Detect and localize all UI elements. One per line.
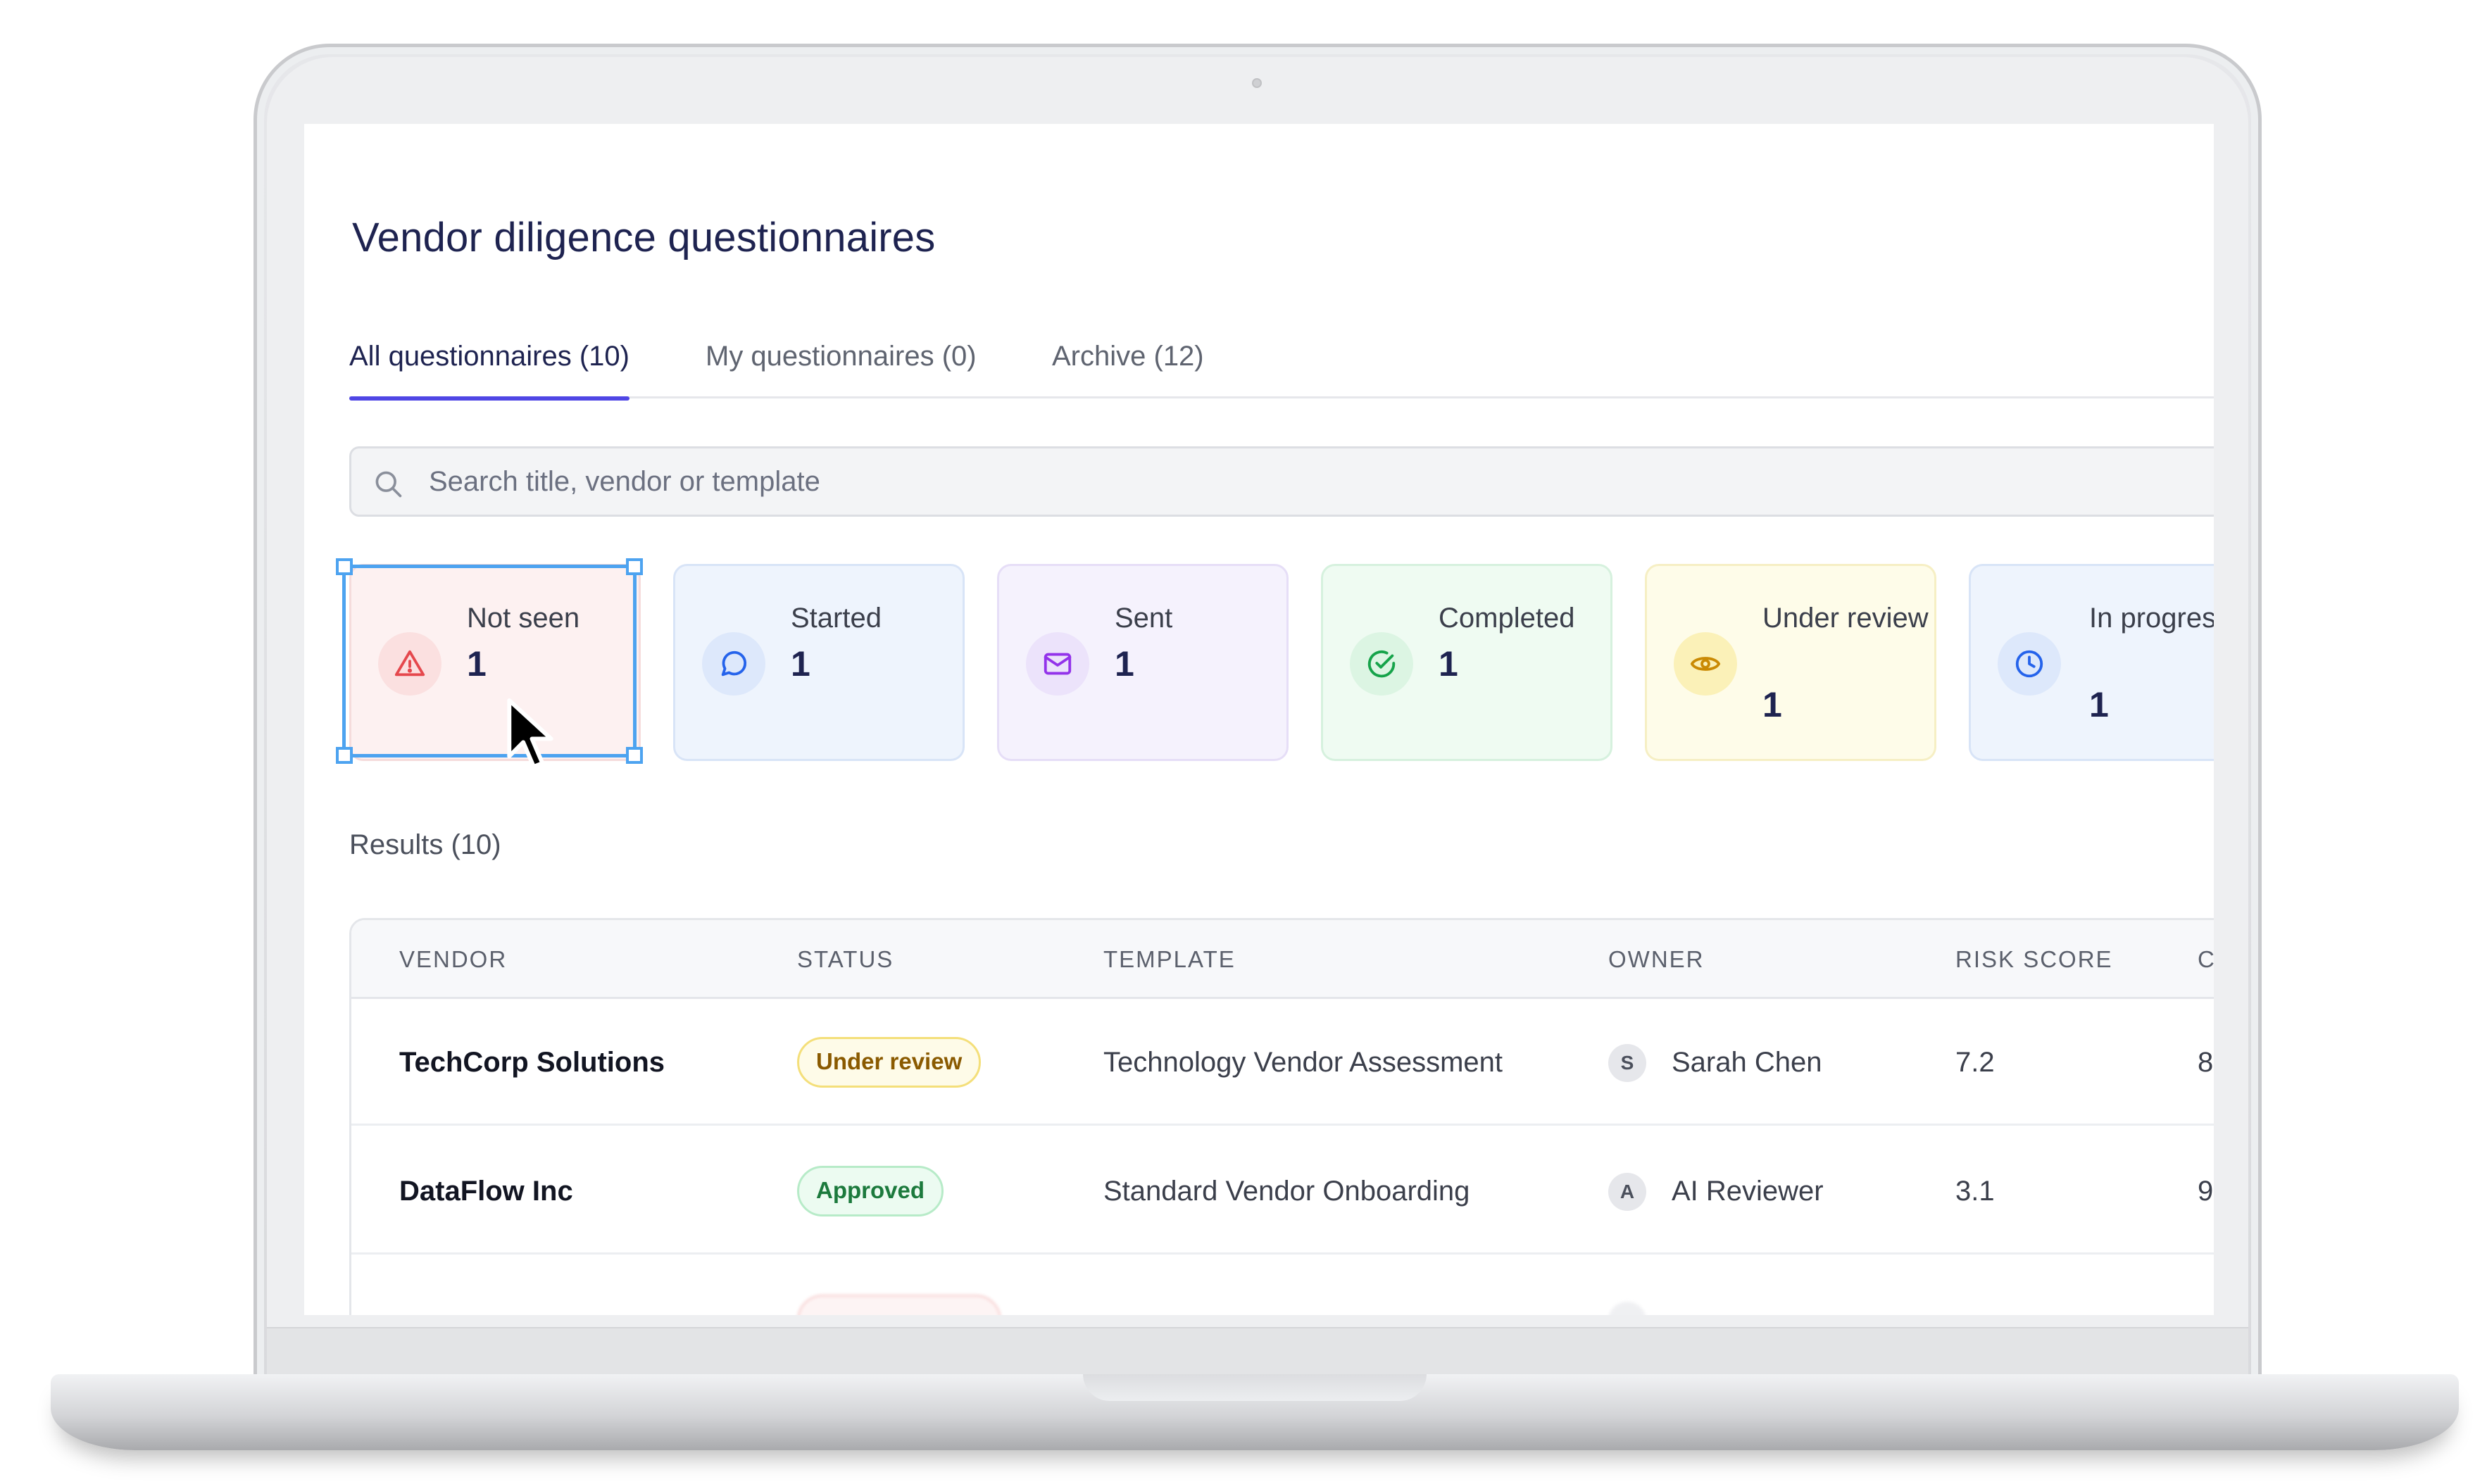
status-card-started[interactable]: Started 1: [673, 564, 965, 761]
status-badge: Approved: [797, 1166, 944, 1216]
status-badge: [378, 632, 441, 696]
status-badge: [702, 632, 765, 696]
status-card-label: Started: [791, 603, 882, 634]
avatar: [1608, 1302, 1646, 1315]
status-badge: [1998, 632, 2061, 696]
tab-all-questionnaires[interactable]: All questionnaires (10): [349, 328, 629, 401]
clock-icon: [2015, 650, 2043, 678]
mouse-cursor-icon: [507, 698, 553, 769]
column-header-status[interactable]: STATUS: [797, 920, 894, 999]
laptop-base: [51, 1374, 2459, 1450]
table-row[interactable]: [351, 1257, 2214, 1315]
risk-score: 7.2: [1955, 1047, 1995, 1078]
alert-triangle-icon: [394, 650, 425, 677]
app-screen: Vendor diligence questionnaires All ques…: [304, 124, 2214, 1315]
check-circle-icon: [1367, 650, 1396, 678]
status-card-label: Completed: [1439, 603, 1575, 634]
status-badge: [1674, 632, 1737, 696]
search-icon: [375, 471, 402, 498]
status-card-count: 1: [1115, 644, 1134, 684]
column-header-risk-score[interactable]: RISK SCORE: [1955, 920, 2113, 999]
mail-icon: [1044, 653, 1072, 675]
template-name: Standard Vendor Onboarding: [1103, 1176, 1470, 1207]
chat-bubble-icon: [721, 650, 747, 677]
tab-archive[interactable]: Archive (12): [1052, 328, 1204, 398]
risk-score: 3.1: [1955, 1176, 1995, 1207]
vendor-name: DataFlow Inc: [399, 1176, 573, 1207]
vendor-name: TechCorp Solutions: [399, 1047, 665, 1078]
extra-value: 9: [2198, 1176, 2214, 1207]
search-input[interactable]: [429, 448, 2189, 515]
status-card-completed[interactable]: Completed 1: [1321, 564, 1612, 761]
extra-value: 8: [2198, 1047, 2214, 1078]
status-badge: [797, 1295, 1001, 1315]
status-card-label: Under review: [1762, 603, 1929, 634]
avatar: A: [1608, 1173, 1646, 1211]
main-content: Vendor diligence questionnaires All ques…: [336, 124, 2214, 1315]
column-header-extra[interactable]: C: [2198, 920, 2214, 999]
questionnaire-table: VENDOR STATUS TEMPLATE OWNER RISK SCORE …: [349, 918, 2214, 1315]
camera-icon: [1252, 78, 1262, 88]
status-card-count: 1: [791, 644, 810, 684]
status-card-not-seen[interactable]: Not seen 1: [349, 564, 641, 761]
table-row[interactable]: TechCorp Solutions Under review Technolo…: [351, 999, 2214, 1126]
results-count: Results (10): [349, 829, 501, 860]
page-title: Vendor diligence questionnaires: [352, 215, 936, 260]
status-card-label: Not seen: [467, 603, 580, 634]
status-card-label: In progress: [2089, 603, 2214, 634]
tab-my-questionnaires[interactable]: My questionnaires (0): [706, 328, 977, 398]
template-name: Technology Vendor Assessment: [1103, 1047, 1503, 1078]
search-bar: [349, 446, 2214, 517]
status-card-in-progress[interactable]: In progress 1: [1969, 564, 2214, 761]
laptop-notch: [1083, 1374, 1427, 1401]
status-badge: [1026, 632, 1089, 696]
status-card-count: 1: [467, 644, 487, 684]
table-row[interactable]: DataFlow Inc Approved Standard Vendor On…: [351, 1128, 2214, 1255]
owner-name: AI Reviewer: [1672, 1176, 1824, 1207]
status-card-count: 1: [1762, 685, 1782, 724]
avatar: S: [1608, 1044, 1646, 1082]
status-card-sent[interactable]: Sent 1: [997, 564, 1289, 761]
column-header-template[interactable]: TEMPLATE: [1103, 920, 1236, 999]
owner-name: Sarah Chen: [1672, 1047, 1822, 1078]
status-badge: Under review: [797, 1037, 982, 1088]
status-card-under-review[interactable]: Under review 1: [1645, 564, 1936, 761]
eye-icon: [1690, 657, 1721, 671]
table-header: VENDOR STATUS TEMPLATE OWNER RISK SCORE …: [351, 920, 2214, 999]
status-card-label: Sent: [1115, 603, 1173, 634]
status-card-count: 1: [1439, 644, 1458, 684]
column-header-vendor[interactable]: VENDOR: [399, 920, 507, 999]
status-card-count: 1: [2089, 685, 2109, 724]
column-header-owner[interactable]: OWNER: [1608, 920, 1705, 999]
status-badge: [1350, 632, 1413, 696]
tab-bar: All questionnaires (10) My questionnaire…: [349, 328, 2214, 401]
